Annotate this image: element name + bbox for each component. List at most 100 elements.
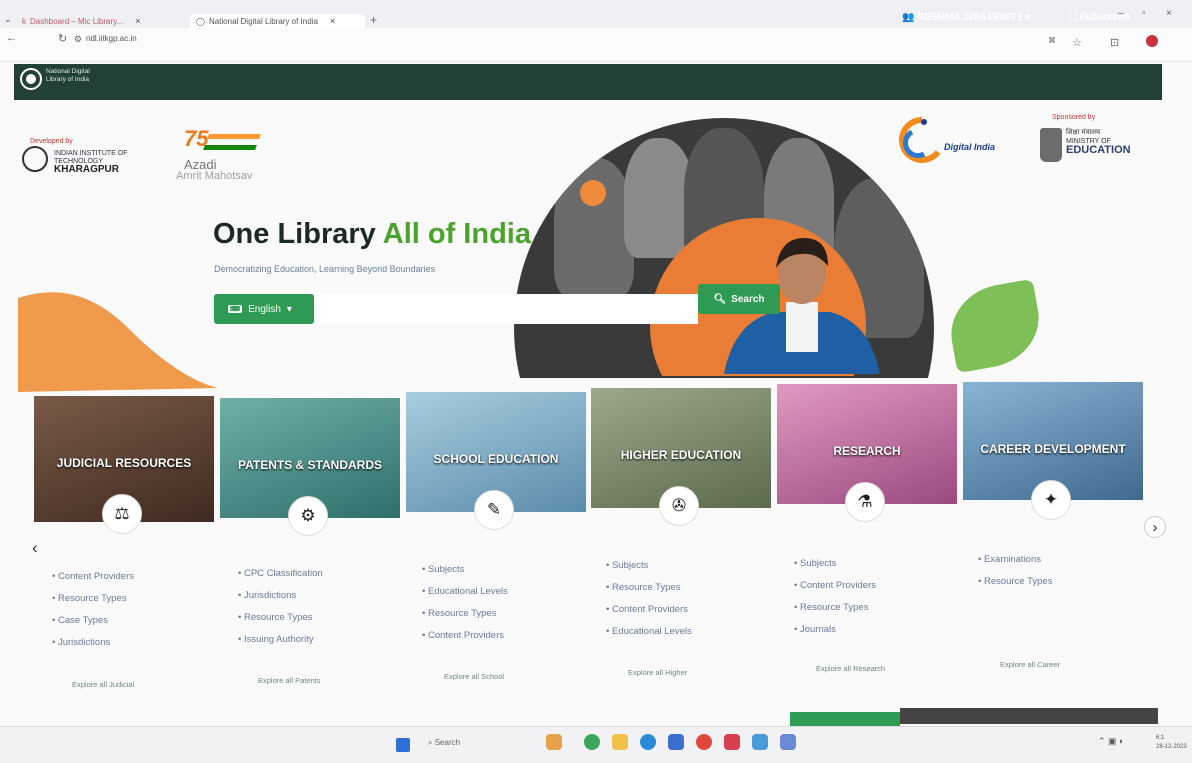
new-tab-button[interactable]: + bbox=[370, 13, 377, 27]
list-item[interactable]: Educational Levels bbox=[606, 621, 692, 643]
tab-list-icon[interactable]: ⌄ bbox=[4, 14, 12, 25]
search-input[interactable] bbox=[316, 294, 698, 324]
carousel-next-icon[interactable]: › bbox=[1144, 516, 1166, 538]
list-item[interactable]: Jurisdictions bbox=[238, 585, 323, 607]
settings-icon[interactable] bbox=[780, 734, 796, 750]
list-item[interactable]: Resource Types bbox=[238, 607, 323, 629]
taskbar-app-icon[interactable] bbox=[546, 734, 562, 750]
chrome-icon[interactable] bbox=[696, 734, 712, 750]
reload-icon[interactable]: ↻ bbox=[58, 32, 67, 45]
list-item[interactable]: Content Providers bbox=[52, 566, 134, 588]
system-tray[interactable]: ⌃ ▣ ◐ bbox=[1098, 736, 1124, 747]
digital-india-label: Digital India bbox=[944, 142, 996, 152]
list-item[interactable]: Educational Levels bbox=[422, 581, 508, 603]
edge-icon[interactable] bbox=[640, 734, 656, 750]
ndl-logo-icon[interactable] bbox=[20, 68, 42, 90]
url-field[interactable]: ndl.iitkgp.ac.in bbox=[86, 34, 137, 43]
sponsored-by-label: Sponsored by bbox=[1052, 114, 1096, 121]
school-icon: ✎ bbox=[474, 490, 514, 530]
category-card-career-development[interactable]: CAREER DEVELOPMENT ✦ bbox=[963, 382, 1143, 520]
user-menu[interactable]: 👥 RESHMA 229A1R0071 ▾ bbox=[902, 12, 1030, 23]
fullscreen-button[interactable]: ⛶ Fullscreen bbox=[1070, 12, 1130, 23]
taskbar-clock[interactable]: 6:1 28-12-2023 bbox=[1156, 734, 1187, 752]
explore-school-link[interactable]: Explore all School bbox=[444, 672, 504, 681]
tab-title: National Digital Library of India bbox=[208, 16, 318, 26]
card-title: HIGHER EDUCATION bbox=[620, 448, 742, 462]
site-info-icon[interactable]: ⚙ bbox=[74, 34, 82, 45]
language-dropdown[interactable]: ⌨ English ▾ bbox=[214, 294, 314, 324]
explore-patents-link[interactable]: Explore all Patents bbox=[258, 676, 321, 685]
category-card-research[interactable]: RESEARCH ⚗ bbox=[777, 384, 957, 522]
list-item[interactable]: Resource Types bbox=[422, 603, 508, 625]
list-item[interactable]: Examinations bbox=[978, 549, 1052, 571]
clock-date: 28-12-2023 bbox=[1156, 744, 1187, 750]
category-card-school-education[interactable]: SCHOOL EDUCATION ✎ bbox=[406, 392, 586, 530]
iit-kgp-logo-text[interactable]: INDIAN INSTITUTE OF TECHNOLOGY KHARAGPUR bbox=[54, 150, 154, 175]
windows-start-icon[interactable] bbox=[396, 738, 410, 752]
list-item[interactable]: Jurisdictions bbox=[52, 632, 134, 654]
list-item[interactable]: CPC Classification bbox=[238, 563, 323, 585]
photos-icon[interactable] bbox=[752, 734, 768, 750]
search-label: Search bbox=[731, 293, 765, 305]
tab-close-icon[interactable]: × bbox=[330, 16, 335, 26]
list-item[interactable]: Subjects bbox=[794, 553, 876, 575]
career-links: Examinations Resource Types bbox=[978, 549, 1052, 593]
maximize-icon[interactable]: ▫ bbox=[1142, 8, 1146, 19]
developed-by-label: Developed by bbox=[30, 138, 73, 145]
whatsapp-icon[interactable] bbox=[584, 734, 600, 750]
higher-links: Subjects Resource Types Content Provider… bbox=[606, 555, 692, 643]
tab-dashboard[interactable]: k Dashboard – Mic Library... × bbox=[22, 14, 187, 28]
store-icon[interactable] bbox=[668, 734, 684, 750]
list-item[interactable]: Case Types bbox=[52, 610, 134, 632]
ndl-site-name[interactable]: National Digital Library of India bbox=[46, 68, 106, 84]
chevron-down-icon: ▾ bbox=[286, 303, 292, 315]
card-title: RESEARCH bbox=[833, 444, 901, 458]
file-explorer-icon[interactable] bbox=[612, 734, 628, 750]
iit-city: KHARAGPUR bbox=[54, 164, 119, 175]
list-item[interactable]: Content Providers bbox=[606, 599, 692, 621]
tab-favicon-icon: ◯ bbox=[196, 16, 205, 26]
user-icon: 👥 bbox=[902, 12, 918, 23]
list-item[interactable]: Resource Types bbox=[606, 577, 692, 599]
extensions-icon[interactable]: ⊡ bbox=[1110, 36, 1119, 49]
list-item[interactable]: Resource Types bbox=[978, 571, 1052, 593]
search-button[interactable]: 🔍︎ Search bbox=[698, 284, 780, 314]
translate-icon[interactable]: ⌘ bbox=[1048, 36, 1056, 45]
search-icon: 🔍︎ bbox=[713, 293, 727, 305]
profile-avatar[interactable] bbox=[1146, 35, 1158, 47]
hero-title: One Library All of India bbox=[213, 218, 531, 251]
moe-logo-text[interactable]: शिक्षा मंत्रालय MINISTRY OF EDUCATION bbox=[1066, 128, 1146, 156]
explore-higher-link[interactable]: Explore all Higher bbox=[628, 668, 687, 677]
explore-research-link[interactable]: Explore all Research bbox=[816, 664, 885, 673]
bookmark-star-icon[interactable]: ☆ bbox=[1072, 36, 1082, 49]
digital-india-logo-icon[interactable] bbox=[898, 114, 944, 164]
list-item[interactable]: Content Providers bbox=[794, 575, 876, 597]
category-card-judicial-resources[interactable]: JUDICIAL RESOURCES ⚖ bbox=[34, 396, 214, 534]
list-item[interactable]: Issuing Authority bbox=[238, 629, 323, 651]
list-item[interactable]: Resource Types bbox=[52, 588, 134, 610]
explore-judicial-link[interactable]: Explore all Judicial bbox=[72, 680, 134, 689]
taskbar-search[interactable]: ⌕ Search bbox=[428, 738, 460, 748]
list-item[interactable]: Journals bbox=[794, 619, 876, 641]
iit-kgp-emblem-icon[interactable] bbox=[22, 146, 48, 172]
list-item[interactable]: Subjects bbox=[606, 555, 692, 577]
carousel-prev-icon[interactable]: ‹ bbox=[32, 538, 38, 558]
list-item[interactable]: Subjects bbox=[422, 559, 508, 581]
back-icon[interactable]: ← bbox=[6, 32, 17, 44]
list-item[interactable]: Content Providers bbox=[422, 625, 508, 647]
hero-orange-wave bbox=[18, 292, 218, 392]
tab-favicon-icon: k bbox=[22, 16, 26, 26]
tab-ndl[interactable]: ◯ National Digital Library of India × bbox=[190, 14, 365, 28]
list-item[interactable]: Resource Types bbox=[794, 597, 876, 619]
explore-career-link[interactable]: Explore all Career bbox=[1000, 660, 1060, 669]
app-icon[interactable] bbox=[724, 734, 740, 750]
taskbar-search-label: Search bbox=[434, 738, 461, 747]
user-name: RESHMA 229A1R0071 bbox=[917, 12, 1022, 23]
tab-title: Dashboard – Mic Library... bbox=[30, 16, 124, 26]
category-card-higher-education[interactable]: HIGHER EDUCATION ✇ bbox=[591, 388, 771, 526]
category-card-patents-standards[interactable]: PATENTS & STANDARDS ⚙ bbox=[220, 398, 400, 536]
azadi-subtitle: Amrit Mahotsav bbox=[176, 170, 253, 182]
tab-close-icon[interactable]: × bbox=[135, 16, 140, 26]
research-icon: ⚗ bbox=[845, 482, 885, 522]
close-window-icon[interactable]: × bbox=[1166, 8, 1172, 19]
